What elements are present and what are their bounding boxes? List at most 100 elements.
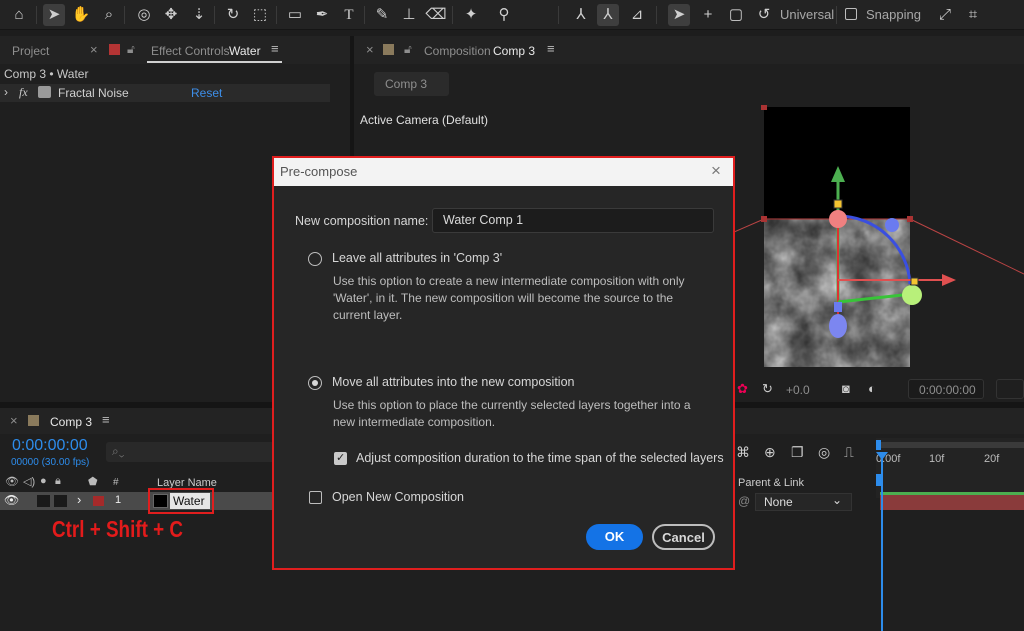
tab-timeline-comp[interactable]: Comp 3	[50, 415, 92, 429]
leave-attributes-label[interactable]: Leave all attributes in 'Comp 3'	[332, 250, 502, 267]
ruler-label-2: 20f	[984, 453, 1000, 465]
channels-icon[interactable]: ✿	[737, 381, 748, 397]
rectangle-tool-icon[interactable]: ▭	[284, 4, 306, 26]
visibility-icon: 👁︎	[5, 476, 19, 488]
work-area-start[interactable]	[876, 440, 881, 450]
panel-menu-icon[interactable]: ≡	[102, 412, 110, 427]
home-icon[interactable]: ⌂	[8, 4, 30, 26]
comp-viewer[interactable]	[734, 104, 1024, 404]
motion-blur-icon[interactable]: ◎	[818, 444, 830, 461]
snapping-checkbox[interactable]	[845, 8, 857, 20]
rotate-tool-icon[interactable]: ↻	[222, 4, 244, 26]
expand-chevron-icon[interactable]: ›	[77, 492, 81, 507]
layer-name-field[interactable]: Water	[170, 493, 210, 509]
lock-icon[interactable]: 🔓︎	[127, 42, 135, 57]
tab-composition-name[interactable]: Comp 3	[493, 44, 535, 58]
adjust-duration-checkbox[interactable]	[334, 451, 347, 465]
eraser-tool-icon[interactable]: ⌫	[425, 4, 447, 26]
pen-tool-icon[interactable]: ✒	[311, 4, 333, 26]
dolly-camera-icon[interactable]: ⇣	[188, 4, 210, 26]
tab-composition-label[interactable]: Composition	[424, 44, 491, 58]
comp-color-swatch	[383, 44, 394, 55]
close-icon[interactable]: ×	[90, 42, 98, 57]
orbit-camera-icon[interactable]: ◎	[133, 4, 155, 26]
layer-row[interactable]: 👁︎ › 1 Water	[0, 488, 272, 514]
effect-row[interactable]: › fx Fractal Noise Reset	[0, 84, 330, 102]
snapshot-icon[interactable]: ◙	[842, 381, 850, 396]
type-tool-icon[interactable]: T	[338, 4, 360, 26]
panel-menu-icon[interactable]: ≡	[271, 41, 279, 56]
fx-icon[interactable]: fx	[19, 85, 28, 100]
panel-menu-icon[interactable]: ≡	[547, 41, 555, 56]
layer-handle	[907, 216, 913, 222]
effect-name: Fractal Noise	[58, 86, 129, 100]
snap-grid-icon[interactable]: ⌗	[962, 4, 984, 26]
graph-editor-icon[interactable]: ⎍	[844, 444, 854, 461]
undo-rotate-icon[interactable]: ↺	[753, 4, 775, 26]
layer-label-color[interactable]	[93, 496, 104, 506]
move-icon[interactable]: +	[697, 4, 719, 26]
layer-search-input[interactable]: ⌕⌄	[106, 442, 276, 462]
zoom-tool-icon[interactable]: ⌕	[98, 4, 120, 26]
pan-behind-icon[interactable]: ⬚	[249, 4, 271, 26]
move-attributes-desc-2: new intermediate composition.	[333, 415, 496, 429]
expand-chevron-icon[interactable]: ›	[4, 85, 8, 99]
time-ruler[interactable]: 0:00f 10f 20f	[876, 438, 1024, 498]
close-icon[interactable]: ×	[366, 42, 374, 57]
ok-button[interactable]: OK	[586, 524, 643, 550]
visibility-icon[interactable]: 👁︎	[4, 493, 19, 507]
comp-timecode-field[interactable]: 0:00:00:00	[908, 379, 984, 399]
view-axis-icon[interactable]: ⊿	[626, 4, 648, 26]
scale-icon[interactable]: ▢	[725, 4, 747, 26]
open-new-comp-checkbox[interactable]	[309, 491, 322, 504]
draft-3d-icon[interactable]: ⊕	[764, 444, 776, 461]
solo-box[interactable]	[37, 495, 50, 507]
puppet-pin-icon[interactable]: ⚲	[493, 4, 515, 26]
shy-layers-icon[interactable]: ❐	[791, 444, 804, 461]
cursor-select-icon[interactable]: ➤	[668, 4, 690, 26]
exposure-reset-icon[interactable]: ↻	[762, 381, 773, 397]
move-attributes-label[interactable]: Move all attributes into the new composi…	[332, 374, 575, 391]
roto-brush-icon[interactable]: ✦	[460, 4, 482, 26]
selection-tool-icon[interactable]: ➤	[43, 4, 65, 26]
tab-effect-controls-label[interactable]: Effect Controls	[151, 44, 229, 58]
hand-tool-icon[interactable]: ✋	[70, 4, 92, 26]
clone-stamp-icon[interactable]: ⊥	[398, 4, 420, 26]
timeline-timecode[interactable]: 0:00:00:00	[12, 437, 88, 455]
comp-subtab[interactable]: Comp 3	[374, 72, 449, 96]
move-attributes-radio[interactable]	[308, 376, 322, 390]
comp-footer-bar: ✿ ↻ +0.0 ◙ ◐ 0:00:00:00	[734, 378, 1024, 402]
view-options-icon[interactable]	[996, 379, 1024, 399]
close-icon[interactable]: ×	[711, 161, 721, 181]
position-handle	[829, 314, 847, 338]
exposure-value[interactable]: +0.0	[786, 383, 810, 397]
cancel-button[interactable]: Cancel	[652, 524, 715, 550]
snap-expand-icon[interactable]: ⤢	[934, 4, 956, 26]
world-axis-icon[interactable]: ⅄	[597, 4, 619, 26]
frame-info: 00000 (30.00 fps)	[11, 457, 90, 468]
brush-tool-icon[interactable]: ✎	[371, 4, 393, 26]
show-snapshot-icon[interactable]: ◐	[868, 381, 876, 396]
pan-camera-icon[interactable]: ✥	[160, 4, 182, 26]
composition-name-input[interactable]: Water Comp 1	[432, 208, 714, 233]
tab-effect-controls-layer[interactable]: Water	[229, 44, 261, 58]
tab-project[interactable]: Project	[12, 44, 49, 58]
col-parent[interactable]: Parent & Link	[738, 477, 804, 489]
current-time-indicator[interactable]	[881, 456, 883, 631]
reset-link[interactable]: Reset	[191, 86, 222, 100]
close-icon[interactable]: ×	[10, 413, 18, 428]
leave-attributes-radio[interactable]	[308, 252, 322, 266]
lock-box[interactable]	[54, 495, 67, 507]
precompose-dialog: Pre-compose × New composition name: Wate…	[272, 156, 735, 570]
layer-duration-bar[interactable]	[880, 492, 1024, 510]
comp-flowchart-icon[interactable]: ⌘	[736, 444, 750, 461]
open-new-comp-label[interactable]: Open New Composition	[332, 489, 464, 506]
chevron-down-icon: ⌄	[832, 493, 843, 507]
lock-icon[interactable]: 🔓︎	[404, 42, 412, 57]
leave-attributes-desc-2: 'Water', in it. The new composition will…	[333, 291, 674, 305]
local-axis-icon[interactable]: ⅄	[570, 4, 592, 26]
parent-select[interactable]: None ⌄	[755, 493, 852, 511]
adjust-duration-label[interactable]: Adjust composition duration to the time …	[356, 450, 724, 467]
universal-label[interactable]: Universal	[780, 7, 834, 22]
pick-whip-icon[interactable]: @	[738, 494, 750, 508]
